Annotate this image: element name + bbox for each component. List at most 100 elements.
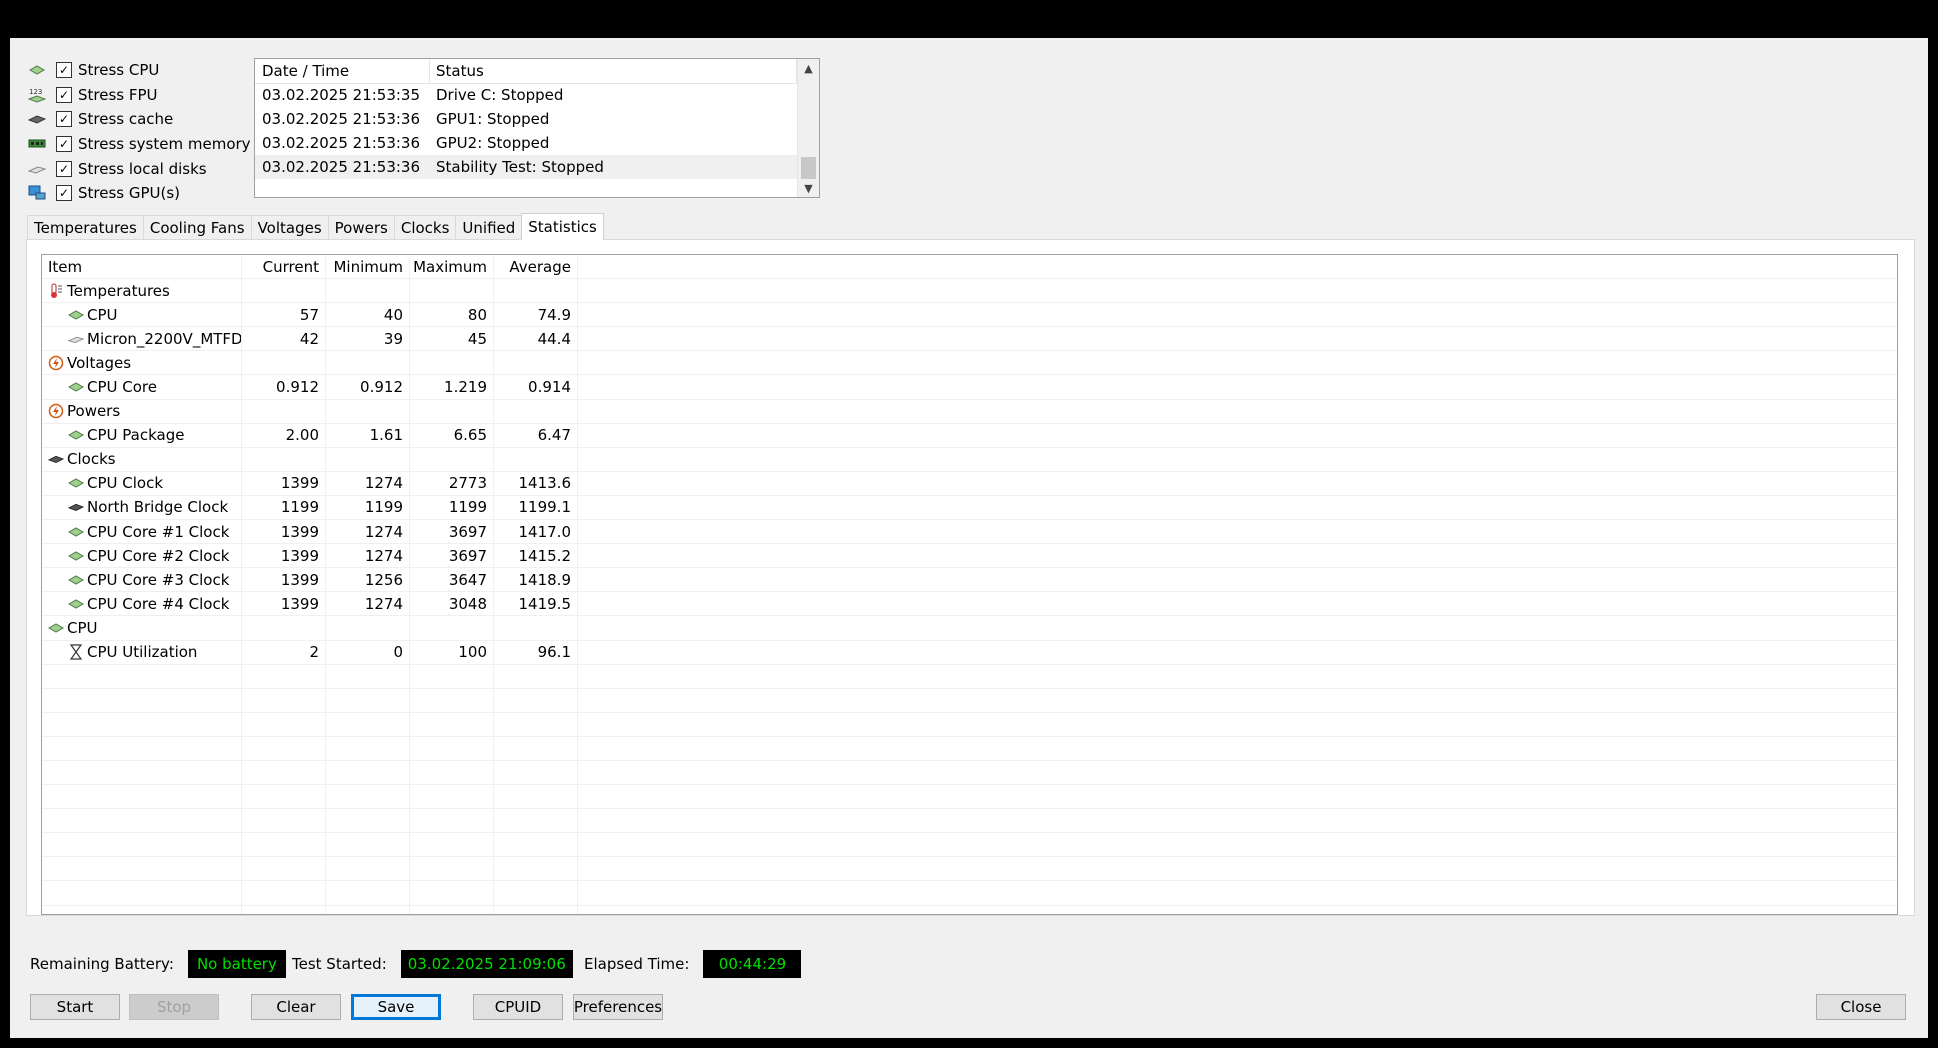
group-row[interactable]: Voltages: [42, 351, 1897, 376]
group-row[interactable]: Temperatures: [42, 279, 1897, 304]
tab-unified[interactable]: Unified: [455, 215, 523, 240]
cpu-chip-icon: [26, 62, 48, 78]
current-cell: 57: [242, 303, 326, 327]
current-cell: 1199: [242, 495, 326, 520]
stress-checkbox[interactable]: ✓: [56, 160, 72, 177]
start-button[interactable]: Start: [30, 994, 120, 1020]
item-cell: CPU: [42, 616, 242, 640]
status-log-scrollbar[interactable]: ▲ ▼: [797, 59, 819, 197]
stress-checkbox[interactable]: ✓: [56, 136, 72, 153]
cpu-chip-icon: [68, 308, 84, 322]
empty-row: [42, 833, 1897, 858]
tab-statistics[interactable]: Statistics: [521, 213, 604, 240]
minimum-cell: [326, 351, 410, 375]
stress-checkbox[interactable]: ✓: [56, 62, 72, 79]
minimum-cell: [326, 399, 410, 423]
scroll-down-icon[interactable]: ▼: [798, 179, 819, 197]
log-header-status[interactable]: Status: [430, 59, 797, 83]
tab-clocks[interactable]: Clocks: [393, 215, 457, 240]
tab-powers[interactable]: Powers: [327, 215, 395, 240]
maximum-cell: 3697: [410, 544, 494, 568]
current-cell: 0.912: [242, 375, 326, 399]
log-row[interactable]: 03.02.2025 21:53:36 GPU1: Stopped: [255, 107, 797, 131]
header-average[interactable]: Average: [494, 255, 578, 279]
table-row[interactable]: North Bridge Clock 1199 1199 1199 1199.1: [42, 495, 1897, 521]
stress-option-1[interactable]: 123 ✓ Stress FPU: [26, 83, 251, 108]
group-row[interactable]: Powers: [42, 399, 1897, 424]
group-row[interactable]: Clocks: [42, 447, 1897, 472]
header-current[interactable]: Current: [242, 255, 326, 279]
save-button[interactable]: Save: [351, 994, 441, 1020]
maximum-cell: [410, 351, 494, 375]
stress-option-3[interactable]: ✓ Stress system memory: [26, 132, 251, 157]
statistics-table: Item Current Minimum Maximum Average Tem…: [41, 254, 1898, 915]
maximum-cell: 2773: [410, 471, 494, 495]
table-row[interactable]: CPU Core #1 Clock 1399 1274 3697 1417.0: [42, 520, 1897, 545]
tab-voltages[interactable]: Voltages: [250, 215, 329, 240]
table-row[interactable]: CPU 57 40 80 74.9: [42, 303, 1897, 328]
empty-row: [42, 857, 1897, 882]
log-row[interactable]: 03.02.2025 21:53:36 GPU2: Stopped: [255, 131, 797, 155]
tab-bar: Temperatures Cooling Fans Voltages Powers Cl…: [27, 213, 604, 240]
stress-option-5[interactable]: ✓ Stress GPU(s): [26, 181, 251, 206]
stress-option-2[interactable]: ✓ Stress cache: [26, 107, 251, 132]
item-cell: CPU Core #2 Clock: [42, 544, 242, 568]
hourglass-icon: [68, 644, 84, 660]
average-cell: [494, 399, 578, 423]
group-row[interactable]: CPU: [42, 616, 1897, 641]
minimum-cell: 40: [326, 303, 410, 327]
table-row[interactable]: CPU Core #4 Clock 1399 1274 3048 1419.5: [42, 592, 1897, 617]
header-minimum[interactable]: Minimum: [326, 255, 410, 279]
statistics-header-row: Item Current Minimum Maximum Average: [42, 255, 1897, 280]
empty-row: [42, 905, 1897, 914]
stress-option-0[interactable]: ✓ Stress CPU: [26, 58, 251, 83]
stress-option-label: Stress system memory: [78, 135, 251, 154]
log-row[interactable]: 03.02.2025 21:53:36 Stability Test: Stopp…: [255, 155, 797, 179]
cpuid-button[interactable]: CPUID: [473, 994, 563, 1020]
stress-option-label: Stress cache: [78, 110, 174, 129]
maximum-cell: [410, 616, 494, 640]
memory-module-icon: [26, 136, 48, 152]
minimum-cell: 1256: [326, 568, 410, 592]
header-maximum[interactable]: Maximum: [410, 255, 494, 279]
log-row[interactable]: 03.02.2025 21:53:35 Drive C: Stopped: [255, 83, 797, 107]
preferences-button[interactable]: Preferences: [573, 994, 663, 1020]
empty-row: [42, 785, 1897, 810]
tab-cooling-fans[interactable]: Cooling Fans: [142, 215, 252, 240]
item-label: CPU: [87, 305, 118, 324]
current-cell: 1399: [242, 592, 326, 616]
status-log[interactable]: Date / Time Status 03.02.2025 21:53:35 Dr…: [254, 58, 820, 198]
table-row[interactable]: CPU Core 0.912 0.912 1.219 0.914: [42, 375, 1897, 400]
scroll-thumb[interactable]: [801, 157, 816, 179]
table-row[interactable]: CPU Package 2.00 1.61 6.65 6.47: [42, 423, 1897, 448]
stress-checkbox[interactable]: ✓: [56, 86, 72, 103]
table-row[interactable]: Micron_2200V_MTFD... 42 39 45 44.4: [42, 327, 1897, 352]
tab-temperatures[interactable]: Temperatures: [27, 215, 144, 240]
current-cell: [242, 447, 326, 471]
table-row[interactable]: CPU Core #2 Clock 1399 1274 3697 1415.2: [42, 544, 1897, 569]
clear-button[interactable]: Clear: [251, 994, 341, 1020]
maximum-cell: 45: [410, 327, 494, 351]
item-label: CPU Core: [87, 378, 157, 397]
scroll-up-icon[interactable]: ▲: [798, 59, 819, 77]
stress-checkbox[interactable]: ✓: [56, 185, 72, 202]
power-icon: [48, 403, 64, 419]
close-button[interactable]: Close: [1816, 994, 1906, 1020]
table-row[interactable]: CPU Utilization 2 0 100 96.1: [42, 640, 1897, 665]
average-cell: 0.914: [494, 375, 578, 399]
cpu-chip-icon: [68, 428, 84, 442]
item-label: Micron_2200V_MTFD...: [87, 329, 242, 348]
average-cell: 1417.0: [494, 520, 578, 544]
cpu-chip-icon: [48, 621, 64, 635]
log-status: GPU1: Stopped: [436, 110, 550, 128]
stress-option-4[interactable]: ✓ Stress local disks: [26, 156, 251, 181]
item-cell: CPU Utilization: [42, 640, 242, 664]
table-row[interactable]: CPU Clock 1399 1274 2773 1413.6: [42, 471, 1897, 496]
stress-checkbox[interactable]: ✓: [56, 111, 72, 128]
log-header-datetime[interactable]: Date / Time: [255, 59, 430, 83]
table-row[interactable]: CPU Core #3 Clock 1399 1256 3647 1418.9: [42, 568, 1897, 593]
item-label: CPU Clock: [87, 474, 164, 493]
header-item[interactable]: Item: [42, 255, 242, 279]
stop-button[interactable]: Stop: [129, 994, 219, 1020]
disk-drive-icon: [68, 332, 84, 346]
